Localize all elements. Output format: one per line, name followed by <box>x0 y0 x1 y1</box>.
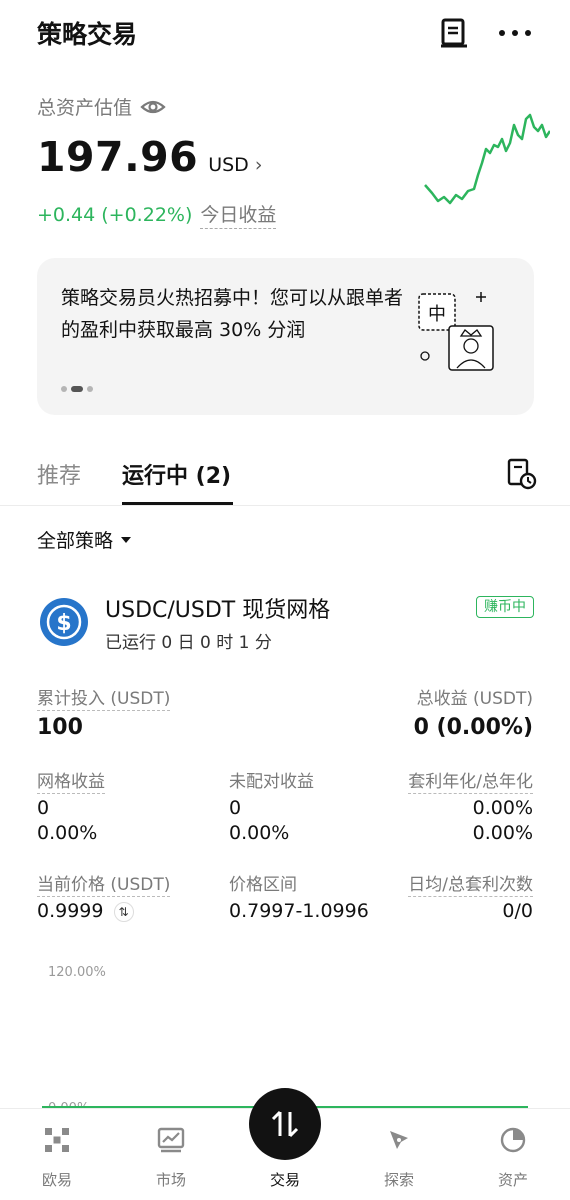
trader-illustration-icon: 中 <box>418 292 494 371</box>
daily-profit-label[interactable]: 今日收益 <box>200 200 277 229</box>
arb-apr-value: 0.00% <box>472 797 533 819</box>
strategy-tabs: 推荐 运行中 (2) <box>0 440 570 506</box>
caret-down-icon <box>121 536 132 543</box>
candlestick-icon[interactable]: ⇅ <box>113 901 134 922</box>
usdc-coin-icon: $ <box>40 598 88 646</box>
page-title: 策略交易 <box>37 20 138 49</box>
apr-label[interactable]: 套利年化/总年化 <box>408 767 533 794</box>
nav-label: 市场 <box>155 1171 186 1189</box>
svg-text:$: $ <box>56 611 71 636</box>
grid-profit-label[interactable]: 网格收益 <box>37 767 105 794</box>
nav-item-explore[interactable]: 探索 <box>342 1109 456 1200</box>
unpaired-profit-value: 0 <box>229 797 242 819</box>
nav-label: 欧易 <box>41 1171 72 1189</box>
grid-profit-pct: 0.00% <box>37 822 98 844</box>
invest-value: 100 <box>37 715 83 740</box>
header: 策略交易 <box>0 0 570 70</box>
more-options-icon[interactable] <box>497 22 533 44</box>
strategy-runtime: 已运行 0 日 0 时 1 分 <box>105 633 272 653</box>
grid-profit-value: 0 <box>37 797 50 819</box>
daily-change: +0.44 (+0.22%) <box>37 203 193 226</box>
chevron-right-icon: › <box>254 154 263 176</box>
trade-button[interactable] <box>249 1088 321 1160</box>
svg-text:中: 中 <box>428 304 446 325</box>
nav-label: 探索 <box>383 1171 414 1189</box>
current-price-value: 0.9999 <box>37 900 104 922</box>
price-range-label: 价格区间 <box>229 875 297 895</box>
tab-running[interactable]: 运行中 (2) <box>122 458 231 490</box>
status-badge: 赚币中 <box>476 596 534 618</box>
promo-banner[interactable]: 策略交易员火热招募中！您可以从跟单者的盈利中获取最高 30% 分润 中 <box>37 258 534 415</box>
y-tick-label: 120.00% <box>48 965 106 980</box>
unpaired-profit-label: 未配对收益 <box>229 772 314 792</box>
eye-icon[interactable] <box>140 97 166 117</box>
carousel-dot <box>87 386 93 392</box>
total-profit-value: 0 (0.00%) <box>413 715 533 740</box>
asset-label-text: 总资产估值 <box>37 97 133 119</box>
tab-recommended[interactable]: 推荐 <box>37 458 81 490</box>
current-price-label[interactable]: 当前价格 (USDT) <box>37 870 171 897</box>
swap-arrows-icon <box>271 1110 299 1138</box>
active-tab-indicator <box>122 502 233 505</box>
carousel-dot-active <box>71 386 83 392</box>
document-icon[interactable] <box>441 18 467 48</box>
price-range-value: 0.7997-1.0996 <box>229 900 369 922</box>
invest-label[interactable]: 累计投入 (USDT) <box>37 684 171 711</box>
carousel-dot <box>61 386 67 392</box>
asset-change-row: +0.44 (+0.22%) 今日收益 <box>37 200 277 229</box>
arb-count-label[interactable]: 日均/总套利次数 <box>408 870 533 897</box>
okx-logo-icon <box>45 1128 69 1152</box>
currency-unit: USD <box>208 154 249 176</box>
asset-value-row[interactable]: 197.96 USD › <box>37 133 262 181</box>
nav-label: 资产 <box>497 1171 528 1189</box>
asset-sparkline <box>424 113 550 205</box>
carousel-dots <box>61 386 93 392</box>
strategy-filter-dropdown[interactable]: 全部策略 <box>37 526 132 553</box>
history-order-icon[interactable] <box>506 458 538 490</box>
banner-text: 策略交易员火热招募中！您可以从跟单者的盈利中获取最高 30% 分润 <box>61 287 404 341</box>
total-asset-value: 197.96 <box>37 133 199 181</box>
unpaired-profit-pct: 0.00% <box>229 822 290 844</box>
filter-label: 全部策略 <box>37 530 114 552</box>
pie-chart-icon <box>500 1127 526 1153</box>
nav-item-assets[interactable]: 资产 <box>456 1109 570 1200</box>
strategy-title[interactable]: USDC/USDT 现货网格 <box>105 592 330 624</box>
total-profit-label: 总收益 (USDT) <box>416 689 533 709</box>
nav-item-market[interactable]: 市场 <box>114 1109 228 1200</box>
nav-label: 交易 <box>269 1171 300 1189</box>
arb-count-value: 0/0 <box>502 900 533 922</box>
current-price-row: 0.9999 ⇅ <box>37 900 134 922</box>
total-apr-value: 0.00% <box>472 822 533 844</box>
compass-icon <box>390 1131 408 1149</box>
nav-item-okx[interactable]: 欧易 <box>0 1109 114 1200</box>
market-chart-icon <box>157 1127 185 1153</box>
asset-label: 总资产估值 <box>37 93 166 120</box>
